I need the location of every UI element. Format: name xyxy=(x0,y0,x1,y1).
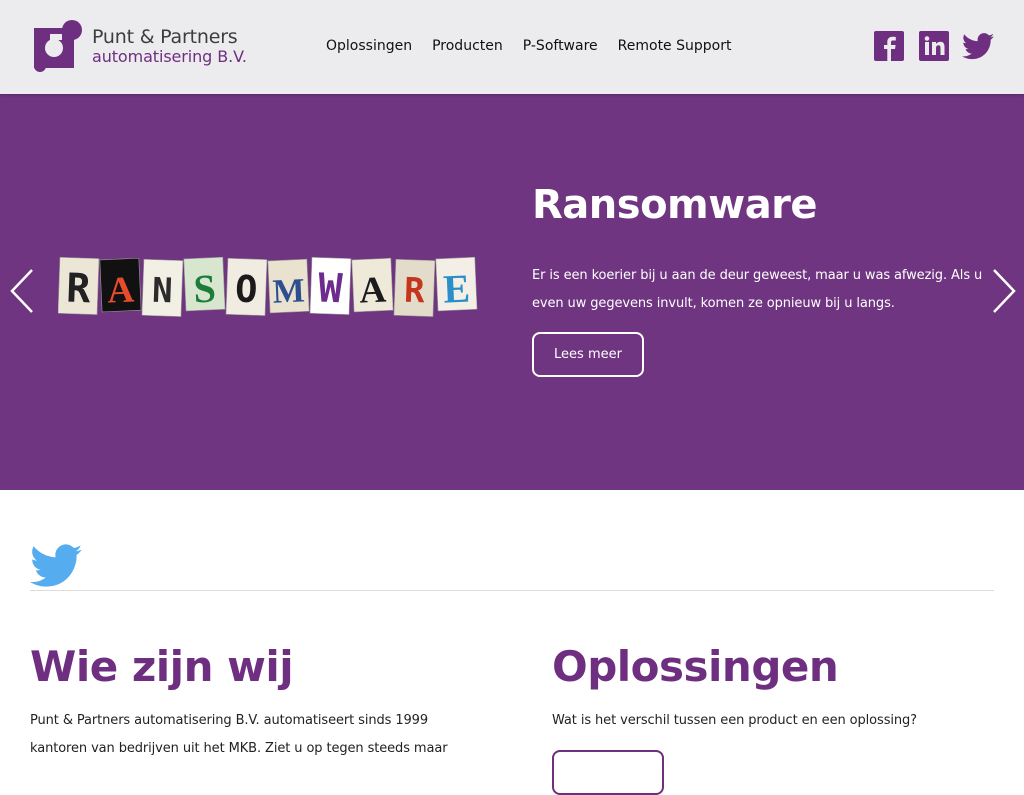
hero-title: Ransomware xyxy=(532,182,818,228)
main-nav: Oplossingen Producten P-Software Remote … xyxy=(326,38,731,54)
section-divider xyxy=(30,590,994,591)
about-title: Wie zijn wij xyxy=(30,642,294,691)
ransom-letter: S xyxy=(183,256,226,312)
solutions-text: Wat is het verschil tussen een product e… xyxy=(552,713,917,728)
nav-item-remote-support[interactable]: Remote Support xyxy=(618,38,732,54)
ransom-letter: M xyxy=(267,258,310,314)
svg-text:E: E xyxy=(442,266,471,312)
ransom-letter: R xyxy=(393,258,436,317)
twitter-icon[interactable] xyxy=(962,33,994,64)
ransom-letter: E xyxy=(435,256,478,312)
twitter-feed-icon[interactable] xyxy=(30,544,82,588)
site-header: Punt & Partners automatisering B.V. Oplo… xyxy=(0,0,1024,94)
svg-text:A: A xyxy=(106,269,135,311)
brand-name-line2: automatisering B.V. xyxy=(92,47,247,66)
brand-name-line1: Punt & Partners xyxy=(92,26,238,48)
svg-text:S: S xyxy=(193,266,217,312)
nav-item-p-software[interactable]: P-Software xyxy=(523,38,598,54)
svg-text:N: N xyxy=(151,271,173,312)
svg-text:W: W xyxy=(318,266,345,313)
brand-logo[interactable]: Punt & Partners automatisering B.V. xyxy=(30,20,270,74)
svg-text:M: M xyxy=(272,272,306,310)
svg-text:O: O xyxy=(234,268,258,312)
svg-text:R: R xyxy=(66,266,93,313)
hero-text: Er is een koerier bij u aan de deur gewe… xyxy=(532,268,983,311)
ransom-letter: R xyxy=(58,256,100,315)
ransomware-image: RANSOMWARE xyxy=(58,256,478,317)
ransom-letter: N xyxy=(141,258,184,317)
logo-mark-icon xyxy=(34,20,82,72)
hero-slider: RANSOMWARE Ransomware Er is een koerier … xyxy=(0,94,1024,490)
solutions-title: Oplossingen xyxy=(552,642,839,691)
solutions-button[interactable] xyxy=(552,750,664,795)
svg-text:R: R xyxy=(403,271,425,312)
chevron-right-icon[interactable] xyxy=(988,266,1018,316)
ransom-letter: O xyxy=(225,257,268,316)
ransom-letter: A xyxy=(99,257,142,313)
about-text: Punt & Partners automatisering B.V. auto… xyxy=(30,713,448,756)
nav-item-producten[interactable]: Producten xyxy=(432,38,503,54)
svg-text:A: A xyxy=(358,269,387,311)
linkedin-icon[interactable] xyxy=(919,31,949,65)
chevron-left-icon[interactable] xyxy=(8,266,38,316)
facebook-icon[interactable] xyxy=(874,31,904,65)
ransom-letter: W xyxy=(309,256,352,315)
nav-item-oplossingen[interactable]: Oplossingen xyxy=(326,38,412,54)
ransom-letter: A xyxy=(351,257,394,313)
read-more-button[interactable]: Lees meer xyxy=(532,332,644,377)
